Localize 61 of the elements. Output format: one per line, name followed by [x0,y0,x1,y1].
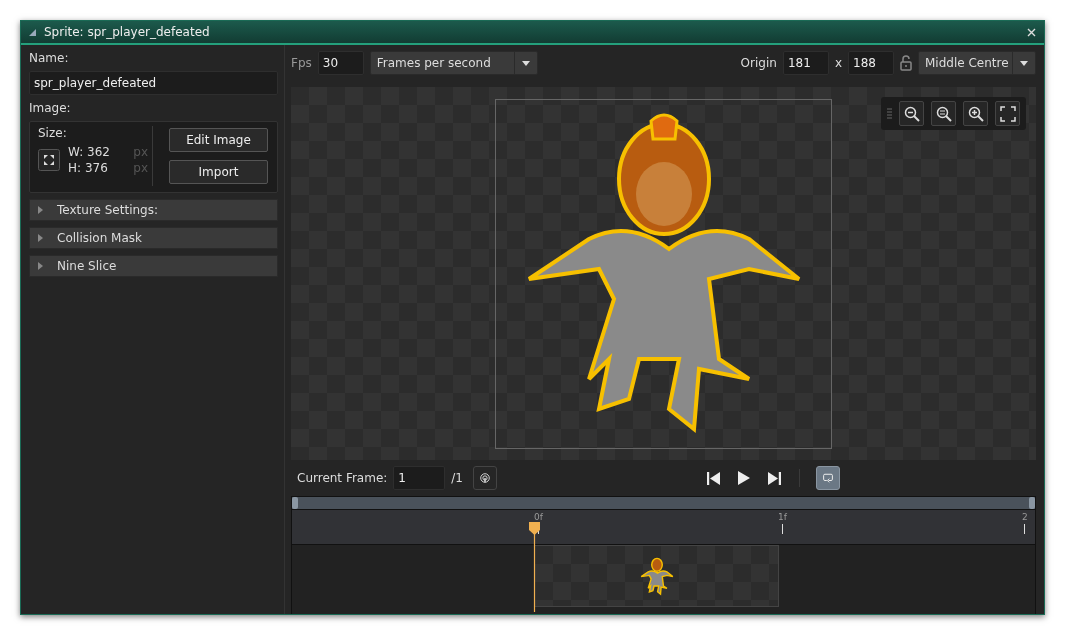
section-header[interactable]: Collision Mask [29,227,278,249]
resize-icon[interactable] [38,149,60,171]
range-end-handle[interactable] [1029,497,1035,509]
zoom-reset-icon [935,105,952,122]
close-icon[interactable] [1027,27,1036,37]
caret-icon [521,60,530,66]
fps-label: Fps [291,56,312,70]
expand-arrow-icon [38,234,43,242]
skip-to-start-icon[interactable] [707,471,720,485]
fullscreen-icon [999,105,1016,122]
unit-label: px [133,160,148,176]
zoom-out-icon [903,105,920,122]
edit-image-button[interactable]: Edit Image [169,128,268,152]
origin-x-field[interactable]: 181 [782,51,829,75]
fps-field[interactable]: 30 [317,51,364,75]
tick-label: 1f [778,512,787,522]
range-start-handle[interactable] [292,497,298,509]
image-label: Image: [29,101,72,115]
padlock-icon[interactable] [900,55,912,71]
section-header[interactable]: Nine Slice [29,255,278,277]
playhead-marker[interactable] [529,522,540,612]
section-title: Nine Slice [57,259,117,273]
expand-arrow-icon [38,262,43,270]
fit-to-screen-button[interactable] [995,101,1020,126]
current-frame-field[interactable]: 1 [393,466,446,490]
skip-to-end-icon[interactable] [768,471,781,485]
separator-label: x [834,56,842,70]
onion-skin-button[interactable] [473,466,497,490]
window-title: Sprite: spr_player_defeated [44,25,210,39]
play-icon[interactable] [738,471,750,485]
caret-icon [1020,60,1028,66]
collapse-triangle-icon[interactable] [29,28,36,36]
zoom-reset-button[interactable] [931,101,956,126]
fps-mode-dropdown[interactable]: Frames per second [369,51,538,75]
import-button[interactable]: Import [169,160,268,184]
scrubber-track[interactable] [291,496,1036,510]
section-header[interactable]: Texture Settings: [29,199,278,221]
origin-preset-dropdown[interactable]: Middle Centre [918,51,1036,75]
frame-thumbnail[interactable] [534,545,779,607]
frame-total: /1 [451,471,463,485]
zoom-in-icon [967,105,984,122]
name-field[interactable]: spr_player_defeated [29,71,278,95]
origin-label: Origin [740,56,777,70]
section-title: Collision Mask [57,231,142,245]
tick-label: 0f [534,512,543,522]
width-value: W: 362 [68,144,110,160]
tick-label: 2 [1022,512,1028,522]
zoom-in-button[interactable] [963,101,988,126]
broadcast-icon [480,471,490,485]
size-label: Size: [38,126,68,140]
height-value: H: 376 [68,160,108,176]
loop-button[interactable] [816,466,840,490]
section-title: Texture Settings: [57,203,158,217]
expand-arrow-icon [38,206,43,214]
loop-icon [823,471,833,485]
unit-label: px [133,144,148,160]
origin-y-field[interactable]: 188 [848,51,894,75]
current-frame-label: Current Frame: [297,471,388,485]
drag-handle-icon[interactable] [887,107,892,120]
name-label: Name: [29,51,70,65]
zoom-out-button[interactable] [899,101,924,126]
